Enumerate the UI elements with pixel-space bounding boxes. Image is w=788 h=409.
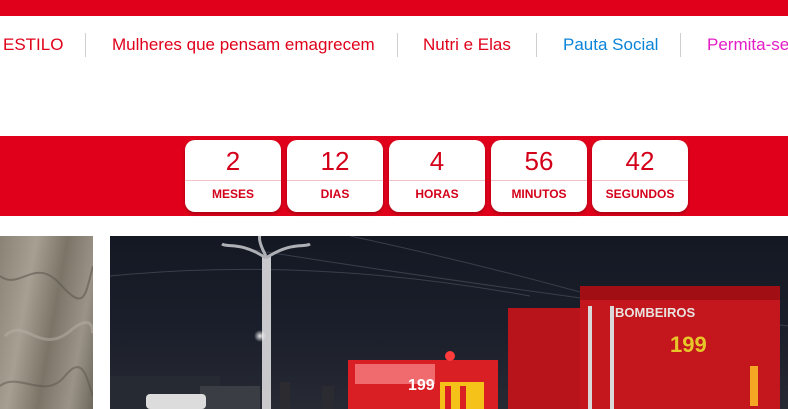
countdown-seconds-value: 42 xyxy=(625,146,655,176)
thumbnail-texture xyxy=(0,265,93,397)
countdown-seconds: 42 SEGUNDOS xyxy=(592,140,688,212)
countdown-hours: 4 HORAS xyxy=(389,140,485,212)
countdown-divider xyxy=(491,180,587,181)
countdown-banner: 2 MESES 12 DIAS 4 HORAS 56 MINUTOS 42 SE… xyxy=(0,136,788,216)
nav-item-estilo[interactable]: ESTILO xyxy=(3,35,63,55)
category-nav: ESTILO Mulheres que pensam emagrecem Nut… xyxy=(0,16,788,74)
truck-label: BOMBEIROS xyxy=(615,305,696,320)
countdown-days-label: DIAS xyxy=(320,187,350,201)
nav-separator xyxy=(536,33,537,57)
nav-separator xyxy=(397,33,398,57)
countdown-hours-value: 4 xyxy=(429,146,445,176)
countdown-divider xyxy=(287,180,383,181)
countdown-minutes-value: 56 xyxy=(524,146,554,176)
news-thumbnail-left[interactable] xyxy=(0,236,93,409)
countdown-minutes: 56 MINUTOS xyxy=(491,140,587,212)
top-red-bar xyxy=(0,0,788,16)
countdown-days-value: 12 xyxy=(320,146,350,176)
nav-item-mulheres-que-pensam-emagrecem[interactable]: Mulheres que pensam emagrecem xyxy=(112,35,375,55)
countdown-seconds-label: SEGUNDOS xyxy=(605,187,675,201)
truck-number: 199 xyxy=(670,332,707,357)
countdown-days: 12 DIAS xyxy=(287,140,383,212)
nav-separator xyxy=(680,33,681,57)
countdown-months-value: 2 xyxy=(225,146,241,176)
nav-item-nutri-e-elas[interactable]: Nutri e Elas xyxy=(423,35,511,55)
svg-text:199: 199 xyxy=(408,377,435,394)
news-photo-fire-trucks[interactable]: 199 BOMBEIROS 199 xyxy=(110,236,788,409)
countdown-divider xyxy=(185,180,281,181)
countdown-minutes-label: MINUTOS xyxy=(511,187,567,201)
countdown-months-label: MESES xyxy=(211,187,254,201)
nav-separator xyxy=(85,33,86,57)
nav-item-permita-se[interactable]: Permita-se xyxy=(707,35,788,55)
countdown-months: 2 MESES xyxy=(185,140,281,212)
countdown-hours-label: HORAS xyxy=(415,187,459,201)
nav-item-pauta-social[interactable]: Pauta Social xyxy=(563,35,658,55)
countdown-divider xyxy=(389,180,485,181)
countdown-divider xyxy=(592,180,688,181)
night-scene-illustration: 199 BOMBEIROS 199 xyxy=(110,236,788,409)
